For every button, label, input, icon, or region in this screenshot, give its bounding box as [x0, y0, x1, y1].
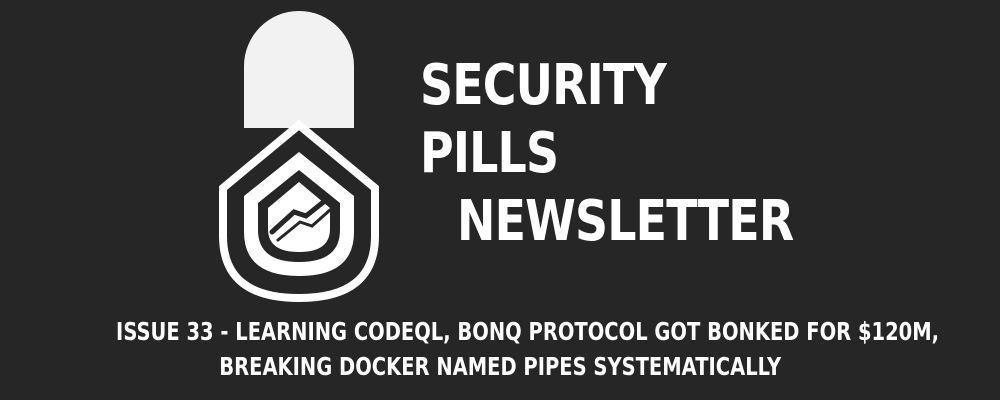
title-line-newsletter: NEWSLETTER	[457, 189, 794, 254]
issue-subtitle-line-2-text: BREAKING DOCKER NAMED PIPES SYSTEMATICAL…	[219, 352, 781, 381]
issue-subtitle-line-1: ISSUE 33 - LEARNING CODEQL, BONQ PROTOCO…	[0, 317, 1000, 347]
newsletter-banner: SECURITY PILLS NEWSLETTER ISSUE 33 - LEA…	[0, 0, 1000, 400]
security-pill-shield-icon	[219, 11, 379, 302]
title-line-security: SECURITY	[420, 53, 667, 118]
title-line-pills: PILLS	[420, 121, 559, 186]
issue-subtitle-line-2: BREAKING DOCKER NAMED PIPES SYSTEMATICAL…	[0, 352, 1000, 382]
issue-subtitle-line-1-text: ISSUE 33 - LEARNING CODEQL, BONQ PROTOCO…	[116, 317, 940, 346]
